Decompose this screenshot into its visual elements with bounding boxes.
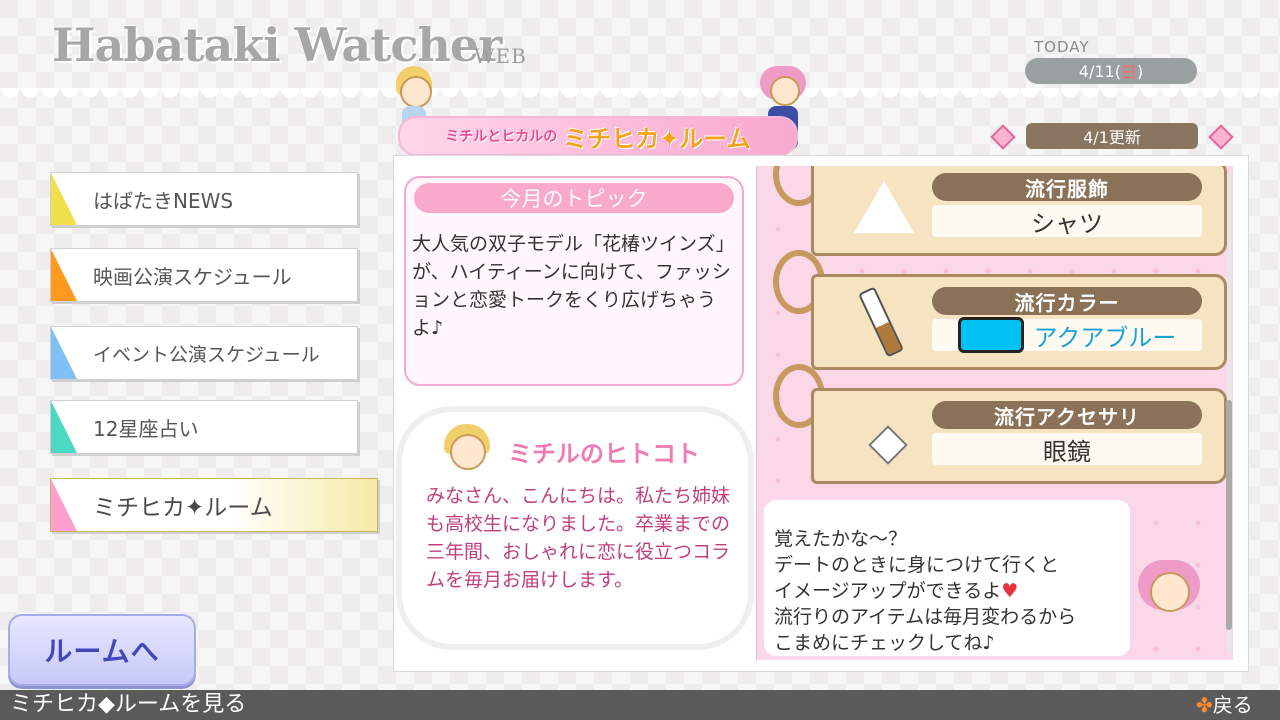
- trend-tag-accessory: 流行アクセサリ 眼鏡: [811, 388, 1227, 484]
- update-date: 4/1更新: [1026, 123, 1198, 149]
- skirt-icon: [854, 181, 914, 233]
- today-label: TODAY: [1034, 38, 1090, 56]
- date-suffix: ): [1136, 61, 1144, 81]
- earring-icon: [868, 425, 908, 465]
- trend-value: シャツ: [932, 205, 1202, 238]
- site-logo-suffix: WEB: [474, 44, 527, 68]
- speech-text: 覚えたかな～？ デートのときに身につけて行くと イメージアップができるよ♥ 流行…: [774, 526, 1130, 656]
- menu-item-label: はばたきNEWS: [93, 188, 234, 213]
- date-prefix: 4/11(: [1078, 61, 1121, 81]
- date-day: 日: [1120, 63, 1137, 82]
- today-date: 4/11(日): [1025, 58, 1197, 84]
- menu-item-movie-schedule[interactable]: 映画公演スケジュール: [50, 248, 358, 302]
- menu-item-label: 12星座占い: [93, 416, 199, 441]
- speech-line: こまめにチェックしてね♪: [774, 632, 995, 654]
- menu-item-label: ミチヒカ✦ルーム: [93, 495, 273, 521]
- color-swatch: [957, 317, 1024, 353]
- footer-hint: ミチヒカ◆ルームを見る: [10, 692, 247, 717]
- trend-tag-color: 流行カラー アクアブルー: [811, 274, 1227, 370]
- menu-item-horoscope[interactable]: 12星座占い: [50, 400, 358, 454]
- movie-color-tab: [51, 249, 77, 301]
- menu-item-label: 映画公演スケジュール: [93, 264, 292, 289]
- heart-icon: ♥: [1001, 580, 1019, 602]
- speech-line: イメージアップができるよ: [774, 580, 1002, 602]
- topic-body: 大人気の双子モデル「花椿ツインズ」が、ハイティーンに向けて、ファッションと恋愛ト…: [412, 233, 731, 339]
- menu-item-michihika-room[interactable]: ミチヒカ✦ルーム: [50, 478, 378, 532]
- michiru-face-icon: [444, 424, 490, 470]
- banner-title: ミチヒカ✦ルーム: [563, 124, 751, 153]
- button-cluster-icon: ✤: [1196, 693, 1213, 717]
- go-to-room-label: ルームへ: [44, 635, 160, 668]
- diamond-icon: [1208, 124, 1234, 150]
- header-divider: [0, 88, 1280, 104]
- comment-body: みなさん、こんにちは。私たち姉妹も高校生になりました。卒業までの三年間、おしゃれ…: [426, 485, 731, 591]
- brush-icon: [858, 286, 904, 358]
- topic-title: 今月のトピック: [414, 183, 734, 213]
- speech-line: 覚えたかな～？: [774, 528, 908, 550]
- trend-label: 流行アクセサリ: [932, 401, 1202, 429]
- horoscope-color-tab: [51, 401, 77, 453]
- event-color-tab: [51, 327, 77, 379]
- trend-value: アクアブルー: [1033, 323, 1177, 352]
- banner-small-text: ミチルとヒカルの: [445, 129, 558, 145]
- hikaru-face-icon: [1138, 560, 1200, 622]
- back-label: 戻る: [1212, 693, 1253, 717]
- room-color-tab: [51, 479, 77, 531]
- trend-label: 流行カラー: [932, 287, 1202, 315]
- room-banner: ミチルとヒカルの ミチヒカ✦ルーム: [398, 116, 798, 156]
- speech-line-with-heart: イメージアップができるよ♥: [774, 578, 1130, 604]
- site-logo: Habataki Watcher: [52, 18, 502, 72]
- scrollbar-thumb[interactable]: [1226, 400, 1232, 630]
- news-color-tab: [51, 173, 77, 225]
- speech-line: デートのときに身につけて行くと: [774, 554, 1060, 576]
- trend-tag-fashion: 流行服飾 シャツ: [811, 166, 1227, 256]
- trend-value: 眼鏡: [932, 433, 1202, 466]
- menu-item-news[interactable]: はばたきNEWS: [50, 172, 358, 226]
- comment-title: ミチルのヒトコト: [508, 440, 700, 468]
- trend-value-row: アクアブルー: [932, 317, 1202, 353]
- go-to-room-button[interactable]: ルームへ: [8, 614, 196, 686]
- trend-label: 流行服飾: [932, 173, 1202, 201]
- speech-line: 流行りのアイテムは毎月変わるから: [774, 606, 1077, 628]
- menu-item-event-schedule[interactable]: イベント公演スケジュール: [50, 326, 358, 380]
- diamond-icon: [990, 124, 1016, 150]
- menu-item-label: イベント公演スケジュール: [93, 343, 320, 366]
- back-button[interactable]: ✤戻る: [1196, 690, 1253, 720]
